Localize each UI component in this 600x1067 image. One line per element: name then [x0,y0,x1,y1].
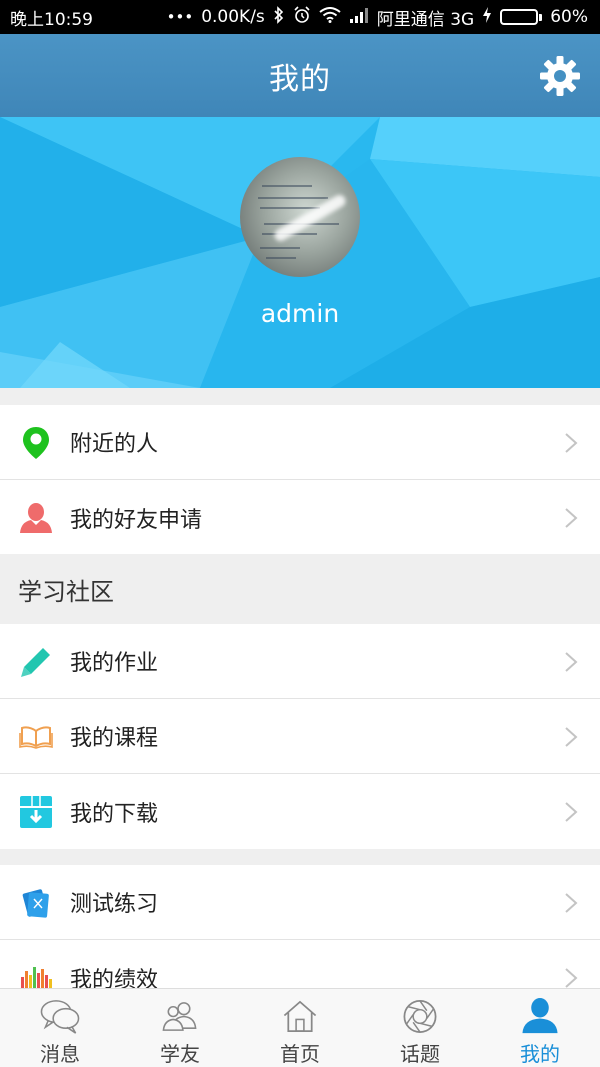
bottom-tab-bar: 消息 学友 首页 话题 我的 [0,988,600,1067]
profile-banner: admin [0,117,600,388]
menu-item-my-downloads[interactable]: 我的下载 [0,774,600,849]
download-box-icon [18,794,54,830]
menu-item-label: 附近的人 [70,432,159,457]
tab-label: 话题 [400,1042,440,1066]
page-title: 我的 [269,61,331,97]
bluetooth-icon [273,6,285,28]
menu-item-practice-tests[interactable]: 测试练习 [0,865,600,940]
menu-item-label: 我的作业 [70,651,159,676]
test-cards-icon [18,885,54,921]
chevron-right-icon [565,727,578,747]
tab-label: 消息 [40,1042,80,1066]
tab-messages[interactable]: 消息 [0,989,120,1067]
person-icon [18,500,54,536]
tab-label: 首页 [280,1042,320,1066]
gear-icon [540,56,580,96]
section-header-study-community: 学习社区 [0,554,600,624]
tab-me[interactable]: 我的 [480,989,600,1067]
friends-icon [162,1002,197,1031]
wifi-icon [319,7,341,27]
status-right: ••• 0.00K/s 阿里通信 3G 60% [167,5,588,30]
chevron-right-icon [565,968,578,988]
battery-icon [500,9,543,25]
chevron-right-icon [565,893,578,913]
list-group-study: 我的作业 我的课程 我的下载 [0,624,600,849]
avatar[interactable] [240,157,360,277]
signal-icon [349,7,369,27]
alarm-icon [293,6,311,28]
status-bar: 晚上10:59 ••• 0.00K/s 阿里通信 3G 60% [0,0,600,34]
tab-classmates[interactable]: 学友 [120,989,240,1067]
pencil-icon [18,644,54,680]
chevron-right-icon [565,433,578,453]
aperture-icon [403,1000,437,1033]
chat-bubbles-icon [40,1000,80,1034]
menu-item-label: 我的课程 [70,726,159,751]
tab-home[interactable]: 首页 [240,989,360,1067]
menu-item-my-homework[interactable]: 我的作业 [0,624,600,699]
home-icon [283,1000,317,1033]
menu-item-label: 我的下载 [70,801,159,827]
status-time: 晚上10:59 [10,9,93,30]
chevron-right-icon [565,652,578,672]
settings-button[interactable] [538,54,582,98]
more-dots-icon: ••• [166,8,194,26]
tab-label: 我的 [520,1042,560,1066]
charging-icon [482,6,492,28]
location-pin-icon [18,425,54,461]
menu-item-label: 我的好友申请 [70,507,203,533]
top-app-bar: 我的 [0,34,600,117]
tab-topics[interactable]: 话题 [360,989,480,1067]
user-icon [522,997,558,1034]
chevron-right-icon [565,802,578,822]
menu-item-my-courses[interactable]: 我的课程 [0,699,600,774]
username: admin [260,299,340,328]
menu-item-nearby-people[interactable]: 附近的人 [0,405,600,480]
chevron-right-icon [565,508,578,528]
book-icon [18,719,54,755]
tab-label: 学友 [160,1042,200,1066]
carrier-name: 阿里通信 3G [376,9,475,30]
network-speed: 0.00K/s [201,7,265,27]
menu-item-friend-requests[interactable]: 我的好友申请 [0,480,600,555]
battery-percent: 60% [550,7,588,27]
list-group-social: 附近的人 我的好友申请 [0,405,600,555]
menu-item-label: 测试练习 [70,892,159,917]
